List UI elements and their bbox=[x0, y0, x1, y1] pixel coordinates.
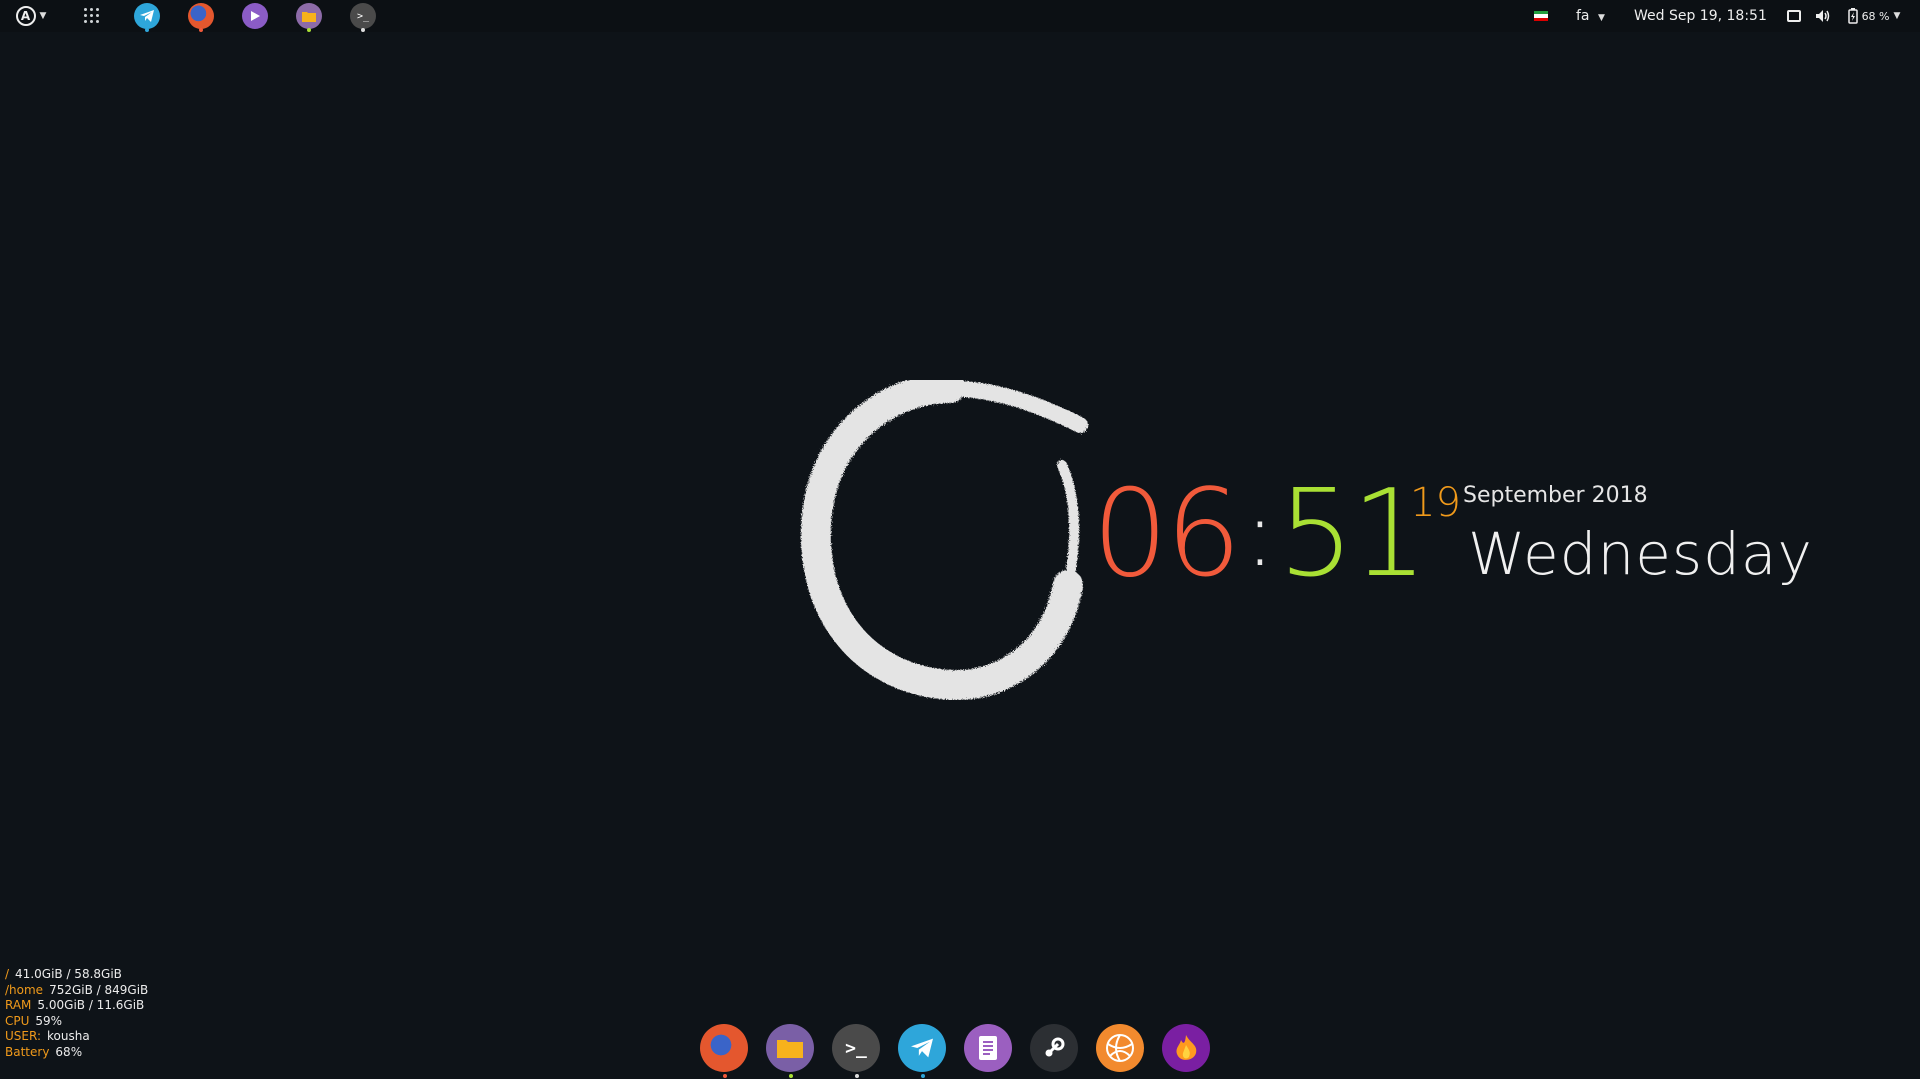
sysinfo-row: USER: kousha bbox=[5, 1029, 148, 1045]
keyboard-layout-indicator[interactable]: fa ▼ bbox=[1576, 0, 1605, 32]
text-editor-icon bbox=[964, 1024, 1012, 1072]
firefox-nightly-icon bbox=[1162, 1024, 1210, 1072]
sysinfo-value: 68% bbox=[55, 1044, 83, 1059]
terminal-icon: >_ bbox=[832, 1024, 880, 1072]
dock-item-steam[interactable] bbox=[1030, 1024, 1080, 1074]
panel-app-media-player[interactable] bbox=[242, 3, 268, 29]
battery-percent-label: 68 % bbox=[1861, 9, 1890, 23]
app-grid-icon bbox=[84, 8, 100, 24]
sysinfo-row: CPU 59% bbox=[5, 1014, 148, 1030]
telegram-icon bbox=[134, 3, 160, 29]
running-indicator bbox=[855, 1074, 859, 1078]
sysinfo-label: / bbox=[5, 967, 10, 981]
files-icon bbox=[766, 1024, 814, 1072]
battery-indicator[interactable]: 68 % ▼ bbox=[1843, 3, 1905, 29]
launcher-logo-icon: A bbox=[15, 6, 36, 26]
volume-icon bbox=[1816, 10, 1830, 22]
running-indicator bbox=[723, 1074, 727, 1078]
panel-clock[interactable]: Wed Sep 19, 18:51 bbox=[1634, 0, 1767, 32]
chevron-down-icon: ▼ bbox=[39, 11, 47, 21]
desktop: A ▼ >_ fa ▼ Wed Sep 19, 18:51 68 % ▼ 06:… bbox=[0, 0, 1920, 1079]
clock-hours: 06 bbox=[1092, 465, 1242, 604]
sysinfo-value: 41.0GiB / 58.8GiB bbox=[15, 967, 122, 981]
files-icon bbox=[296, 3, 322, 29]
firefox-icon bbox=[700, 1024, 748, 1072]
media-player-icon bbox=[242, 3, 268, 29]
clock-separator: : bbox=[1244, 482, 1275, 587]
panel-app-firefox[interactable] bbox=[188, 3, 214, 32]
running-indicator bbox=[921, 1074, 925, 1078]
sysinfo-row: Battery 68% bbox=[5, 1045, 148, 1061]
system-info-widget: /41.0GiB / 58.8GiB/home 752GiB / 849GiB RA… bbox=[5, 967, 148, 1060]
clock-weekday: Wednesday bbox=[1468, 520, 1813, 588]
terminal-icon: >_ bbox=[350, 3, 376, 29]
dock-item-terminal[interactable]: >_ bbox=[832, 1024, 882, 1078]
panel-app-files[interactable] bbox=[296, 3, 322, 32]
firefox-icon bbox=[188, 3, 214, 29]
steam-icon bbox=[1030, 1024, 1078, 1072]
battery-charging-icon bbox=[1847, 8, 1858, 24]
chevron-down-icon: ▼ bbox=[1893, 11, 1901, 21]
enso-circle-logo bbox=[800, 380, 1088, 700]
dock-item-files[interactable] bbox=[766, 1024, 816, 1078]
dock-item-text-editor[interactable] bbox=[964, 1024, 1014, 1074]
dock-item-telegram[interactable] bbox=[898, 1024, 948, 1078]
keyboard-layout-label: fa bbox=[1576, 8, 1590, 24]
dock-item-web-browser[interactable] bbox=[1096, 1024, 1146, 1074]
running-indicator bbox=[789, 1074, 793, 1078]
telegram-icon bbox=[898, 1024, 946, 1072]
sysinfo-label: /home bbox=[5, 982, 44, 997]
sysinfo-label: Battery bbox=[5, 1044, 50, 1059]
sysinfo-value: 59% bbox=[35, 1013, 63, 1028]
sysinfo-row: RAM 5.00GiB / 11.6GiB bbox=[5, 998, 148, 1014]
sysinfo-label: USER: bbox=[5, 1029, 41, 1043]
app-grid-button[interactable] bbox=[82, 3, 102, 29]
notifications-button[interactable] bbox=[1786, 3, 1802, 29]
panel-app-terminal[interactable]: >_ bbox=[350, 3, 376, 32]
panel-app-telegram[interactable] bbox=[134, 3, 160, 32]
sysinfo-label: RAM bbox=[5, 998, 32, 1012]
dock-item-firefox[interactable] bbox=[700, 1024, 750, 1078]
dock: >_ bbox=[700, 1018, 1220, 1079]
desktop-clock-time: 06:51 bbox=[1092, 470, 1428, 610]
flag-iran-icon bbox=[1534, 11, 1548, 21]
dock-item-firefox-nightly[interactable] bbox=[1162, 1024, 1212, 1074]
clock-month-year: September 2018 bbox=[1463, 483, 1648, 508]
sysinfo-row: / 41.0GiB / 58.8GiB bbox=[5, 967, 148, 983]
sysinfo-row: /home 752GiB / 849GiB bbox=[5, 983, 148, 999]
top-panel: A ▼ >_ fa ▼ Wed Sep 19, 18:51 68 % ▼ bbox=[0, 0, 1920, 32]
sysinfo-value: kousha bbox=[47, 1029, 90, 1043]
chevron-down-icon: ▼ bbox=[1597, 13, 1605, 23]
clock-minutes: 51 bbox=[1278, 465, 1428, 604]
clock-day-number: 19 bbox=[1410, 480, 1461, 526]
sysinfo-label: CPU bbox=[5, 1013, 30, 1028]
notifications-icon bbox=[1787, 10, 1801, 22]
sysinfo-value: 752GiB / 849GiB bbox=[49, 982, 149, 997]
applications-menu-button[interactable]: A ▼ bbox=[10, 3, 52, 29]
sysinfo-value: 5.00GiB / 11.6GiB bbox=[37, 998, 145, 1012]
volume-button[interactable] bbox=[1814, 3, 1832, 29]
web-browser-icon bbox=[1096, 1024, 1144, 1072]
